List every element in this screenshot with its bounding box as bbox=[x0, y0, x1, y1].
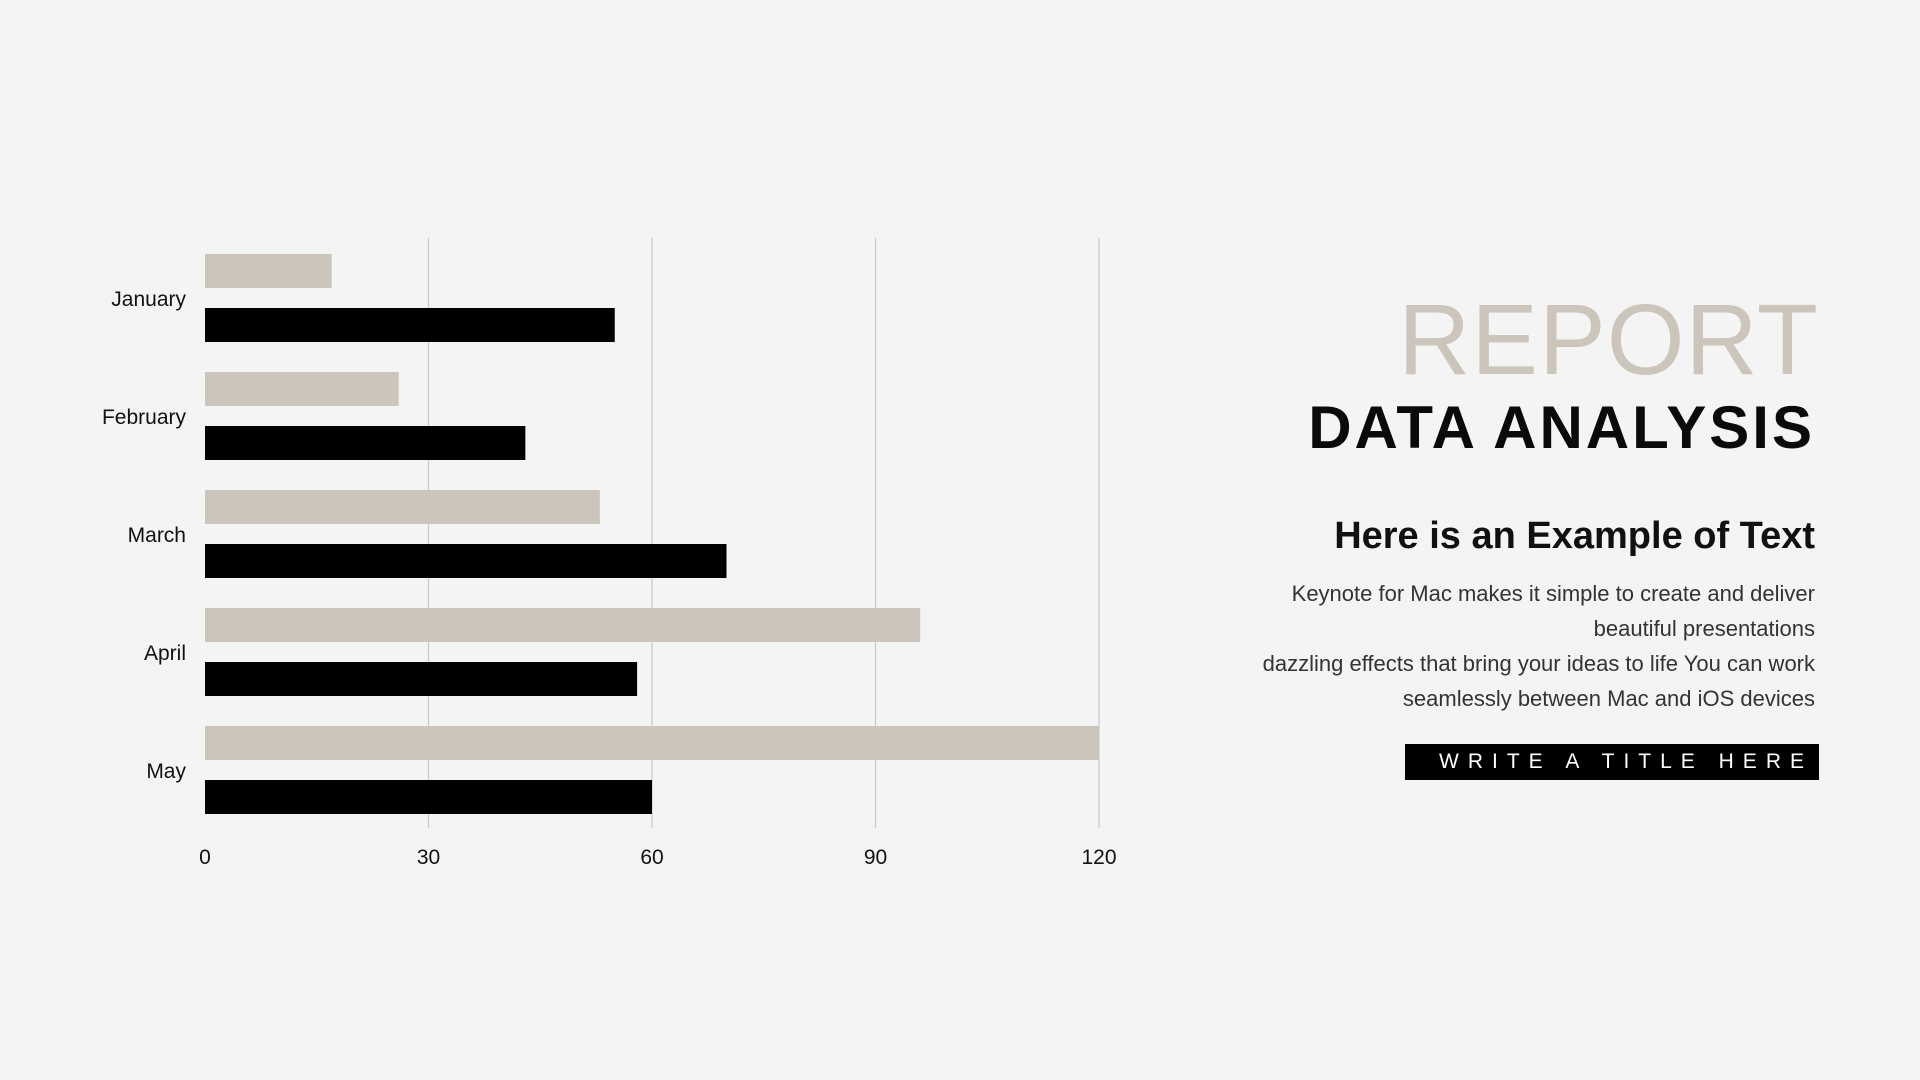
x-tick-label: 90 bbox=[864, 846, 887, 869]
bar-chart: January February March April May 0 30 60 90 120 bbox=[0, 0, 1140, 1080]
body-text: Keynote for Mac makes it simple to creat… bbox=[1055, 576, 1815, 716]
bar-may-series-2 bbox=[205, 780, 652, 814]
body-line: seamlessly between Mac and iOS devices bbox=[1402, 685, 1815, 711]
bar-april-series-1 bbox=[205, 608, 921, 642]
category-label-may: May bbox=[146, 760, 186, 783]
data-analysis-subtitle: DATA ANALYSIS bbox=[1308, 394, 1815, 461]
x-tick-label: 30 bbox=[417, 846, 440, 869]
body-line: Keynote for Mac makes it simple to creat… bbox=[1291, 580, 1815, 606]
bar-march-series-1 bbox=[205, 490, 600, 524]
x-tick-label: 60 bbox=[640, 846, 663, 869]
category-label-february: February bbox=[102, 406, 187, 429]
x-tick-label: 0 bbox=[199, 846, 211, 869]
bar-april-series-2 bbox=[205, 662, 638, 696]
example-heading: Here is an Example of Text bbox=[1334, 515, 1815, 557]
bar-chart-svg: January February March April May 0 30 60 90 120 bbox=[102, 238, 1117, 869]
bar-february-series-2 bbox=[205, 426, 526, 460]
x-tick-labels: 0 30 60 90 120 bbox=[199, 846, 1116, 869]
bar-january-series-1 bbox=[205, 254, 332, 288]
bar-january-series-2 bbox=[205, 308, 615, 342]
text-panel: REPORT DATA ANALYSIS Here is an Example … bbox=[1055, 290, 1819, 780]
category-label-march: March bbox=[128, 524, 186, 547]
bar-may-series-1 bbox=[205, 726, 1099, 760]
bar-february-series-1 bbox=[205, 372, 399, 406]
x-tick-label: 120 bbox=[1081, 846, 1116, 869]
category-label-april: April bbox=[144, 642, 186, 665]
write-title-button[interactable]: WRITE A TITLE HERE bbox=[1405, 743, 1819, 780]
bar-march-series-2 bbox=[205, 544, 727, 578]
body-line: dazzling effects that bring your ideas t… bbox=[1262, 650, 1815, 676]
body-line: beautiful presentations bbox=[1593, 615, 1815, 641]
category-labels: January February March April May bbox=[102, 288, 187, 783]
category-label-january: January bbox=[111, 288, 186, 311]
report-title: REPORT bbox=[1398, 284, 1819, 396]
slide: January February March April May 0 30 60 90 120 … bbox=[0, 0, 1920, 1080]
